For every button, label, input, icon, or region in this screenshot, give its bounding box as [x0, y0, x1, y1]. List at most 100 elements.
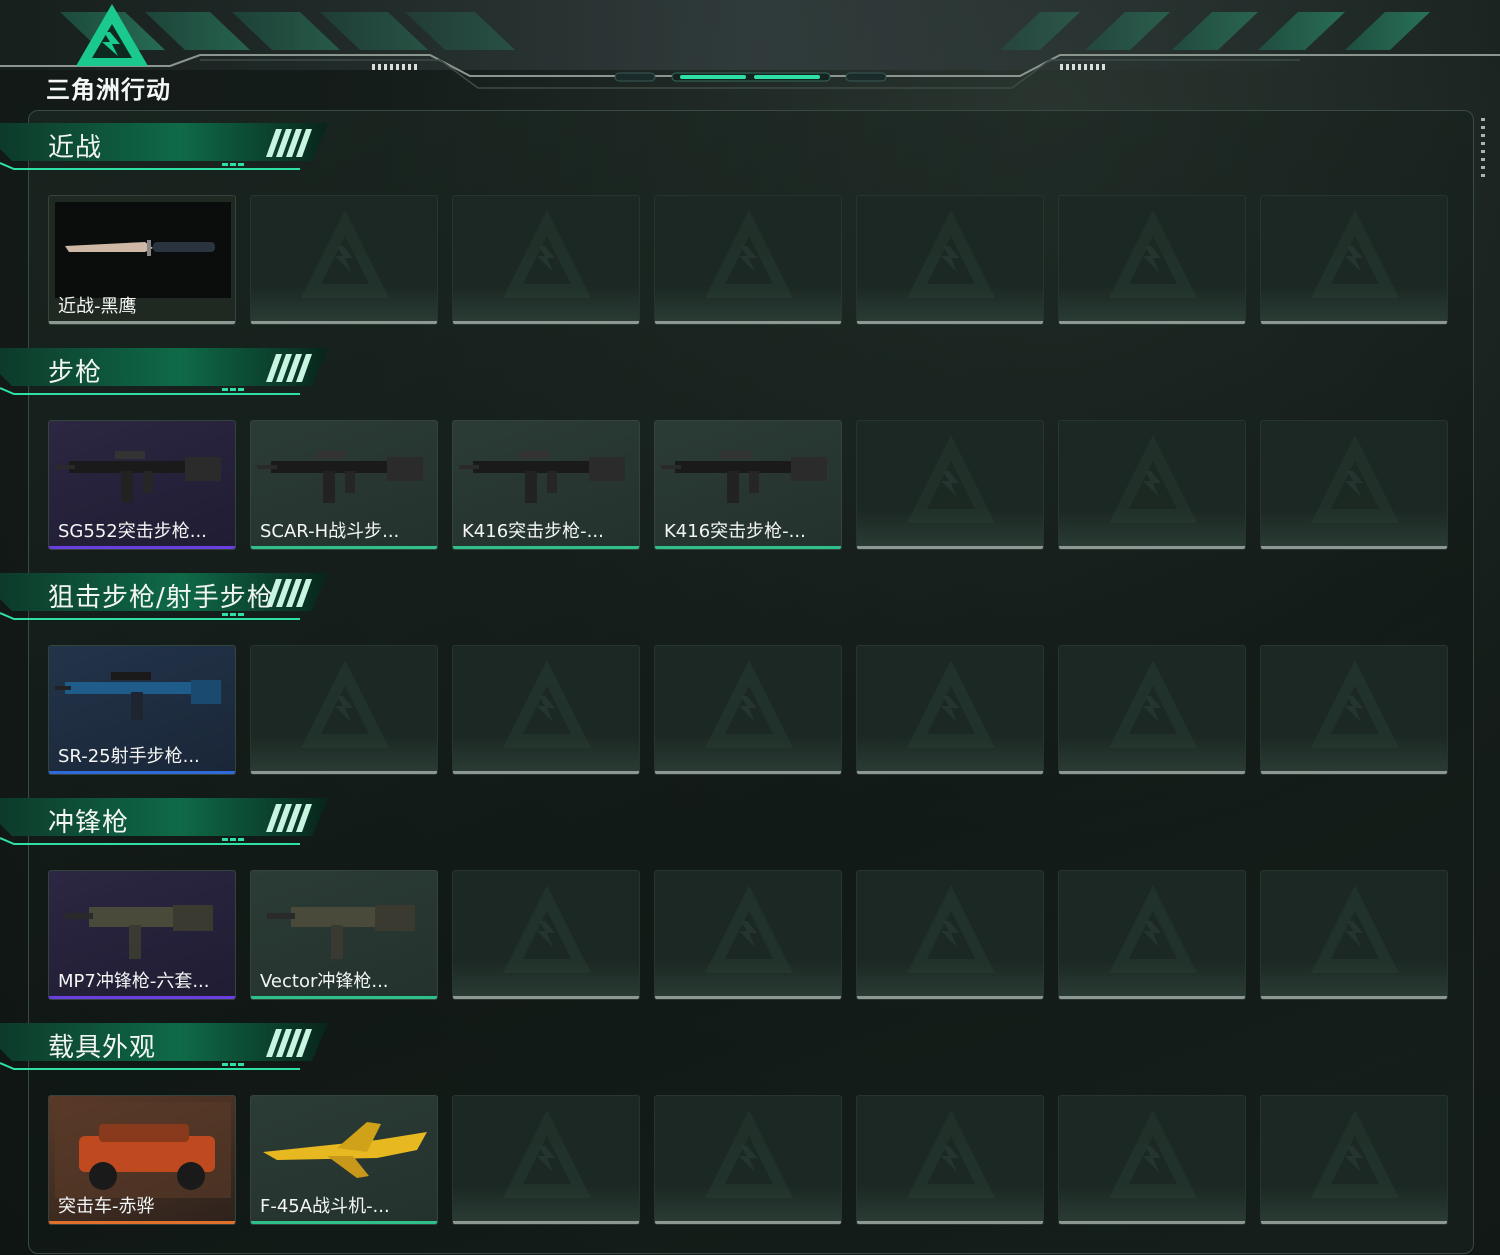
- empty-slot: [452, 870, 640, 1000]
- item-card[interactable]: SCAR-H战斗步...: [250, 420, 438, 550]
- placeholder-logo-icon: [705, 1110, 793, 1198]
- rifle-icon: [459, 451, 625, 503]
- rifle-icon: [661, 451, 827, 503]
- item-name: SR-25射手步枪...: [58, 746, 200, 767]
- item-name: F-45A战斗机-...: [260, 1196, 390, 1217]
- empty-slot: [1260, 870, 1448, 1000]
- rarity-bar: [49, 996, 235, 999]
- placeholder-logo-icon: [1109, 435, 1197, 523]
- empty-slot: [1260, 645, 1448, 775]
- placeholder-logo-icon: [705, 660, 793, 748]
- rarity-bar: [49, 771, 235, 774]
- section-title: 近战: [48, 133, 103, 163]
- rarity-bar: [251, 1221, 437, 1224]
- section-header: 近战: [0, 119, 335, 175]
- placeholder-logo-icon: [503, 1110, 591, 1198]
- item-row: SG552突击步枪... SCAR-H战斗步... K416突击步枪-... K…: [48, 420, 1450, 550]
- placeholder-logo-icon: [1311, 210, 1399, 298]
- rarity-bar: [49, 546, 235, 549]
- item-card[interactable]: Vector冲锋枪...: [250, 870, 438, 1000]
- placeholder-logo-icon: [503, 210, 591, 298]
- empty-slot: [1260, 1095, 1448, 1225]
- placeholder-logo-icon: [907, 435, 995, 523]
- placeholder-logo-icon: [907, 660, 995, 748]
- logo-text: 三角洲行动: [46, 76, 171, 104]
- placeholder-logo-icon: [907, 210, 995, 298]
- placeholder-logo-icon: [1109, 660, 1197, 748]
- empty-slot: [1058, 195, 1246, 325]
- empty-slot: [856, 1095, 1044, 1225]
- empty-slot: [1058, 645, 1246, 775]
- item-name: K416突击步枪-...: [462, 521, 604, 542]
- item-name: K416突击步枪-...: [664, 521, 806, 542]
- item-card[interactable]: K416突击步枪-...: [654, 420, 842, 550]
- empty-slot: [1260, 195, 1448, 325]
- rifle-icon: [55, 451, 221, 503]
- smg-icon: [65, 905, 213, 959]
- empty-slot: [856, 195, 1044, 325]
- rarity-bar: [655, 546, 841, 549]
- empty-slot: [452, 645, 640, 775]
- assault-vehicle-icon: [55, 1102, 231, 1198]
- section-title: 载具外观: [48, 1033, 157, 1063]
- placeholder-logo-icon: [907, 1110, 995, 1198]
- item-card[interactable]: F-45A战斗机-...: [250, 1095, 438, 1225]
- item-card[interactable]: 近战-黑鹰: [48, 195, 236, 325]
- placeholder-logo-icon: [1311, 435, 1399, 523]
- scrollbar[interactable]: [1481, 118, 1485, 180]
- item-name: SCAR-H战斗步...: [260, 521, 400, 542]
- placeholder-logo-icon: [705, 210, 793, 298]
- section-header: 冲锋枪: [0, 794, 335, 850]
- item-card[interactable]: 突击车-赤骅: [48, 1095, 236, 1225]
- empty-slot: [856, 645, 1044, 775]
- placeholder-logo-icon: [503, 885, 591, 973]
- rarity-bar: [49, 321, 235, 324]
- empty-slot: [1058, 420, 1246, 550]
- placeholder-logo-icon: [907, 885, 995, 973]
- placeholder-logo-icon: [1311, 660, 1399, 748]
- empty-slot: [250, 645, 438, 775]
- rifle-icon: [257, 451, 423, 503]
- section-header: 载具外观: [0, 1019, 335, 1075]
- section-title: 冲锋枪: [48, 808, 130, 838]
- item-name: Vector冲锋枪...: [260, 971, 389, 992]
- smg-icon: [267, 905, 415, 959]
- rarity-bar: [251, 996, 437, 999]
- section-title: 步枪: [48, 358, 103, 388]
- empty-slot: [654, 1095, 842, 1225]
- item-row: 突击车-赤骅 F-45A战斗机-...: [48, 1095, 1450, 1225]
- empty-slot: [1058, 1095, 1246, 1225]
- empty-slot: [1260, 420, 1448, 550]
- section-header: 狙击步枪/射手步枪: [0, 569, 335, 625]
- placeholder-logo-icon: [1311, 1110, 1399, 1198]
- empty-slot: [856, 420, 1044, 550]
- placeholder-logo-icon: [705, 885, 793, 973]
- top-header: 三角洲行动: [0, 0, 1500, 105]
- placeholder-logo-icon: [301, 210, 389, 298]
- rarity-bar: [453, 546, 639, 549]
- rarity-bar: [251, 546, 437, 549]
- empty-slot: [654, 870, 842, 1000]
- item-row: SR-25射手步枪...: [48, 645, 1450, 775]
- item-card[interactable]: SG552突击步枪...: [48, 420, 236, 550]
- item-card[interactable]: SR-25射手步枪...: [48, 645, 236, 775]
- knife-icon: [55, 202, 231, 298]
- placeholder-logo-icon: [1109, 885, 1197, 973]
- item-card[interactable]: MP7冲锋枪-六套...: [48, 870, 236, 1000]
- section-header: 步枪: [0, 344, 335, 400]
- fighter-jet-icon: [263, 1122, 427, 1178]
- empty-slot: [856, 870, 1044, 1000]
- empty-slot: [1058, 870, 1246, 1000]
- item-card[interactable]: K416突击步枪-...: [452, 420, 640, 550]
- item-name: MP7冲锋枪-六套...: [58, 971, 210, 992]
- empty-slot: [452, 195, 640, 325]
- item-row: MP7冲锋枪-六套... Vector冲锋枪...: [48, 870, 1450, 1000]
- empty-slot: [654, 645, 842, 775]
- marksman-rifle-icon: [55, 672, 221, 720]
- placeholder-logo-icon: [301, 660, 389, 748]
- section-title: 狙击步枪/射手步枪: [48, 583, 274, 613]
- placeholder-logo-icon: [1109, 1110, 1197, 1198]
- placeholder-logo-icon: [1109, 210, 1197, 298]
- item-row: 近战-黑鹰: [48, 195, 1450, 325]
- item-name: SG552突击步枪...: [58, 521, 207, 542]
